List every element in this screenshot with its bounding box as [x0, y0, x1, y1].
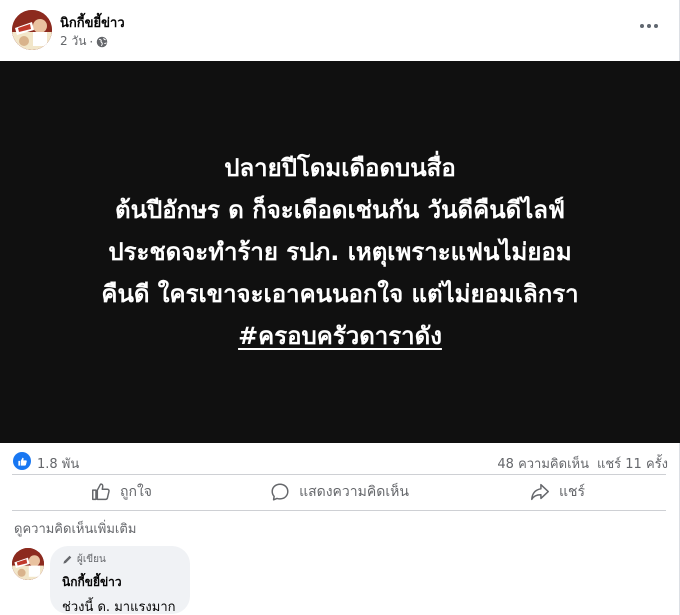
more-horizontal-icon [640, 24, 644, 28]
image-text-line-4: คืนดี ใครเขาจะเอาคนนอกใจ แต่ไม่ยอมเลิกรา [101, 280, 579, 308]
comment-count[interactable]: 48 ความคิดเห็น [497, 453, 589, 474]
author-avatar[interactable] [12, 10, 52, 50]
like-button[interactable]: ถูกใจ [12, 475, 230, 509]
more-horizontal-icon [654, 24, 658, 28]
image-text-line-1: ปลายปีโดมเดือดบนสื่อ [224, 154, 456, 182]
comment-button[interactable]: แสดงความคิดเห็น [230, 475, 448, 509]
post-actions: ถูกใจ แสดงความคิดเห็น แชร์ [12, 475, 666, 509]
post-card: นิกกี้ขยี้ข่าว 2 วัน · ปลายปีโดมเดือดบนส… [0, 0, 680, 615]
image-text-line-2: ต้นปีอักษร ด ก็จะเดือดเช่นกัน วันดีคืนดี… [115, 196, 565, 224]
comment-icon [271, 483, 289, 501]
share-icon [530, 483, 549, 501]
divider [12, 510, 666, 511]
post-author-name[interactable]: นิกกี้ขยี้ข่าว [60, 12, 125, 33]
globe-icon [96, 36, 108, 47]
share-button[interactable]: แชร์ [448, 475, 666, 509]
more-horizontal-icon [647, 24, 651, 28]
post-meta: 2 วัน · [60, 32, 108, 51]
author-badge-label: ผู้เขียน [77, 554, 106, 565]
reaction-count[interactable]: 1.8 พัน [37, 453, 79, 474]
view-more-comments-link[interactable]: ดูความคิดเห็นเพิ่มเติม [14, 518, 136, 539]
post-stats: 1.8 พัน 48 ความคิดเห็น แชร์ 11 ครั้ง [0, 449, 680, 473]
comment-bubble: ผู้เขียน นิกกี้ขยี้ข่าว ช่วงนี้ ด. มาแรง… [50, 546, 190, 615]
like-label: ถูกใจ [120, 484, 152, 500]
image-text-line-3: ประชดจะทำร้าย รปภ. เหตุเพราะแฟนไม่ยอม [108, 238, 572, 266]
commenter-avatar[interactable] [12, 548, 44, 580]
more-options-button[interactable] [637, 14, 661, 38]
author-badge: ผู้เขียน [62, 552, 178, 567]
post-image[interactable]: ปลายปีโดมเดือดบนสื่อ ต้นปีอักษร ด ก็จะเด… [0, 61, 680, 443]
pencil-icon [63, 555, 72, 564]
share-label: แชร์ [558, 484, 586, 500]
engagement-stats: 48 ความคิดเห็น แชร์ 11 ครั้ง [497, 453, 668, 474]
share-count[interactable]: แชร์ 11 ครั้ง [597, 453, 668, 474]
post-time[interactable]: 2 วัน [60, 32, 86, 51]
image-hashtag: #ครอบครัวดาราดัง [238, 322, 442, 350]
meta-separator: · [89, 34, 94, 49]
like-icon [13, 452, 31, 470]
comment-text: ช่วงนี้ ด. มาแรงมาก [62, 600, 176, 615]
comment-author-name[interactable]: นิกกี้ขยี้ข่าว [62, 573, 178, 592]
comment-label: แสดงความคิดเห็น [299, 484, 409, 500]
thumbs-up-icon [92, 483, 110, 501]
